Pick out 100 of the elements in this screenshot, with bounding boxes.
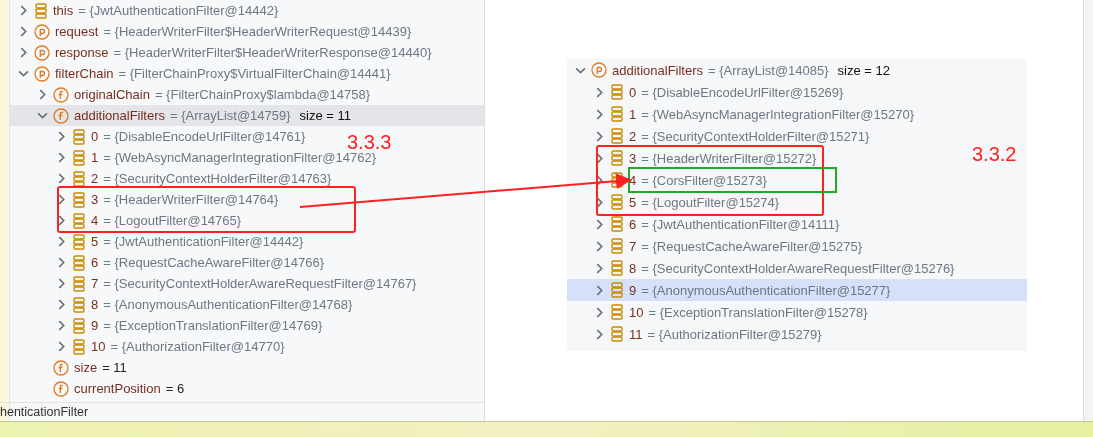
variable-name: 4 [629,172,637,188]
variable-name: 2 [91,171,99,186]
variable-value: = {HeaderWriterFilter$HeaderWriterRequest@14439} [103,24,412,39]
tree-row[interactable]: currentPosition = 6 [10,378,189,399]
tree-row[interactable]: originalChain = {FilterChainProxy$lambda@14758} [10,84,375,105]
variable-value: = {ArrayList@14759} [170,108,291,123]
variable-value: = {HeaderWriterFilter$HeaderWriterResponse@14440} [113,45,432,60]
array-element-icon [610,84,624,100]
variable-name: this [53,3,74,18]
tree-row[interactable]: 1 = {WebAsyncManagerIntegrationFilter@15270} [567,103,918,125]
variable-name: size [74,360,98,375]
array-element-icon [610,128,624,144]
array-element-icon [72,170,86,187]
variable-value: = {WebAsyncManagerIntegrationFilter@14762} [103,150,376,165]
variable-value: = 11 [102,360,127,375]
array-element-icon [72,317,86,334]
array-element-icon [610,238,624,254]
array-element-icon [72,254,86,271]
variable-name: additionalFilters [612,62,704,78]
variable-value: = {SecurityContextHolderFilter@14763} [103,171,332,186]
tree-row[interactable]: 10 = {AuthorizationFilter@14770} [10,336,289,357]
array-element-icon [72,191,86,208]
array-element-icon [72,128,86,145]
tree-row[interactable]: 6 = {JwtAuthenticationFilter@14111} [567,213,844,235]
variable-value: = {SecurityContextHolderAwareRequestFilter@15276} [641,260,955,276]
variable-value: = {AnonymousAuthenticationFilter@14768} [103,297,353,312]
tree-row[interactable]: 4 = {LogoutFilter@14765} [10,210,246,231]
variable-value: = {SecurityContextHolderFilter@15271} [641,128,870,144]
variable-value: = {ArrayList@14085} [708,62,829,78]
tree-row[interactable]: this = {JwtAuthenticationFilter@14442} [10,0,283,21]
tree-row[interactable]: 3 = {HeaderWriterFilter@15272} [567,147,821,169]
tree-row[interactable]: 5 = {JwtAuthenticationFilter@14442} [10,231,308,252]
tree-row[interactable]: 2 = {SecurityContextHolderFilter@15271} [567,125,874,147]
array-element-icon [34,2,48,19]
tree-row[interactable]: request = {HeaderWriterFilter$HeaderWriterRequest@14439} [10,21,416,42]
variable-name: 4 [91,213,99,228]
variable-value: = {SecurityContextHolderAwareRequestFilter@14767} [103,276,417,291]
variable-value: = {FilterChainProxy$lambda@14758} [154,87,371,102]
variable-name: 7 [91,276,99,291]
array-element-icon [610,326,624,342]
parameter-icon [34,44,50,61]
tree-row[interactable]: additionalFilters = {ArrayList@14759} size = 11 [10,105,484,126]
variable-value: = {ExceptionTranslationFilter@15278} [648,304,868,320]
variable-name: 10 [91,339,106,354]
array-element-icon [72,149,86,166]
tree-row[interactable]: 3 = {HeaderWriterFilter@14764} [10,189,283,210]
variable-name: filterChain [55,66,114,81]
array-element-icon [610,106,624,122]
variable-name: 3 [629,150,637,166]
tree-row[interactable]: 2 = {SecurityContextHolderFilter@14763} [10,168,336,189]
annotation-label: 3.3.2 [972,144,1017,164]
status-text: henticationFilter [0,405,89,419]
tree-row[interactable]: additionalFilters = {ArrayList@14085} size = 12 [567,59,894,81]
array-element-icon [610,304,624,320]
variable-name: 5 [91,234,99,249]
array-element-icon [610,194,624,210]
variable-name: 5 [629,194,637,210]
array-element-icon [72,212,86,229]
variable-value: = {FilterChainProxy$VirtualFilterChain@14441} [118,66,391,81]
variable-value: = {WebAsyncManagerIntegrationFilter@15270} [641,106,914,122]
variable-name: 1 [629,106,637,122]
tree-row[interactable]: 9 = {ExceptionTranslationFilter@14769} [10,315,327,336]
variable-name: 1 [91,150,99,165]
variable-name: 8 [629,260,637,276]
tree-row[interactable]: 11 = {AuthorizationFilter@15279} [567,323,826,345]
variable-value: = {CorsFilter@15273} [641,172,767,188]
size-label: size = 11 [299,108,351,123]
variable-value: = {DisableEncodeUrlFilter@14761} [103,129,306,144]
tree-row[interactable]: 5 = {LogoutFilter@15274} [567,191,784,213]
tree-row[interactable]: filterChain = {FilterChainProxy$VirtualFilterChain@14441} [10,63,395,84]
variable-name: 9 [629,282,637,298]
tree-row[interactable]: 9 = {AnonymousAuthenticationFilter@15277} [567,279,1027,301]
field-icon [53,380,69,397]
variable-value: = {RequestCacheAwareFilter@14766} [103,255,324,270]
parameter-icon [34,65,50,82]
array-element-icon [72,296,86,313]
variable-name: 6 [91,255,99,270]
variable-value: = {AnonymousAuthenticationFilter@15277} [641,282,891,298]
variable-value: = {HeaderWriterFilter@15272} [641,150,817,166]
tree-row[interactable]: response = {HeaderWriterFilter$HeaderWriterResponse@14440} [10,42,436,63]
variable-value: = {HeaderWriterFilter@14764} [103,192,279,207]
variable-value: = {RequestCacheAwareFilter@15275} [641,238,862,254]
field-icon [53,359,69,376]
tree-row[interactable]: 0 = {DisableEncodeUrlFilter@14761} [10,126,310,147]
field-icon [53,86,69,103]
tree-row[interactable]: size = 11 [10,357,131,378]
array-element-icon [72,233,86,250]
tree-row[interactable]: 6 = {RequestCacheAwareFilter@14766} [10,252,328,273]
variable-name: 9 [91,318,99,333]
variable-value: = {JwtAuthenticationFilter@14442} [103,234,304,249]
tree-row[interactable]: 8 = {SecurityContextHolderAwareRequestFilter@15276} [567,257,959,279]
variable-name: 3 [91,192,99,207]
tree-row[interactable]: 4 = {CorsFilter@15273} [567,169,771,191]
tree-row[interactable]: 7 = {RequestCacheAwareFilter@15275} [567,235,866,257]
tree-row[interactable]: 7 = {SecurityContextHolderAwareRequestFilter@14767} [10,273,421,294]
tree-row[interactable]: 8 = {AnonymousAuthenticationFilter@14768} [10,294,357,315]
tree-row[interactable]: 0 = {DisableEncodeUrlFilter@15269} [567,81,848,103]
array-element-icon [72,275,86,292]
variable-name: 8 [91,297,99,312]
tree-row[interactable]: 10 = {ExceptionTranslationFilter@15278} [567,301,872,323]
